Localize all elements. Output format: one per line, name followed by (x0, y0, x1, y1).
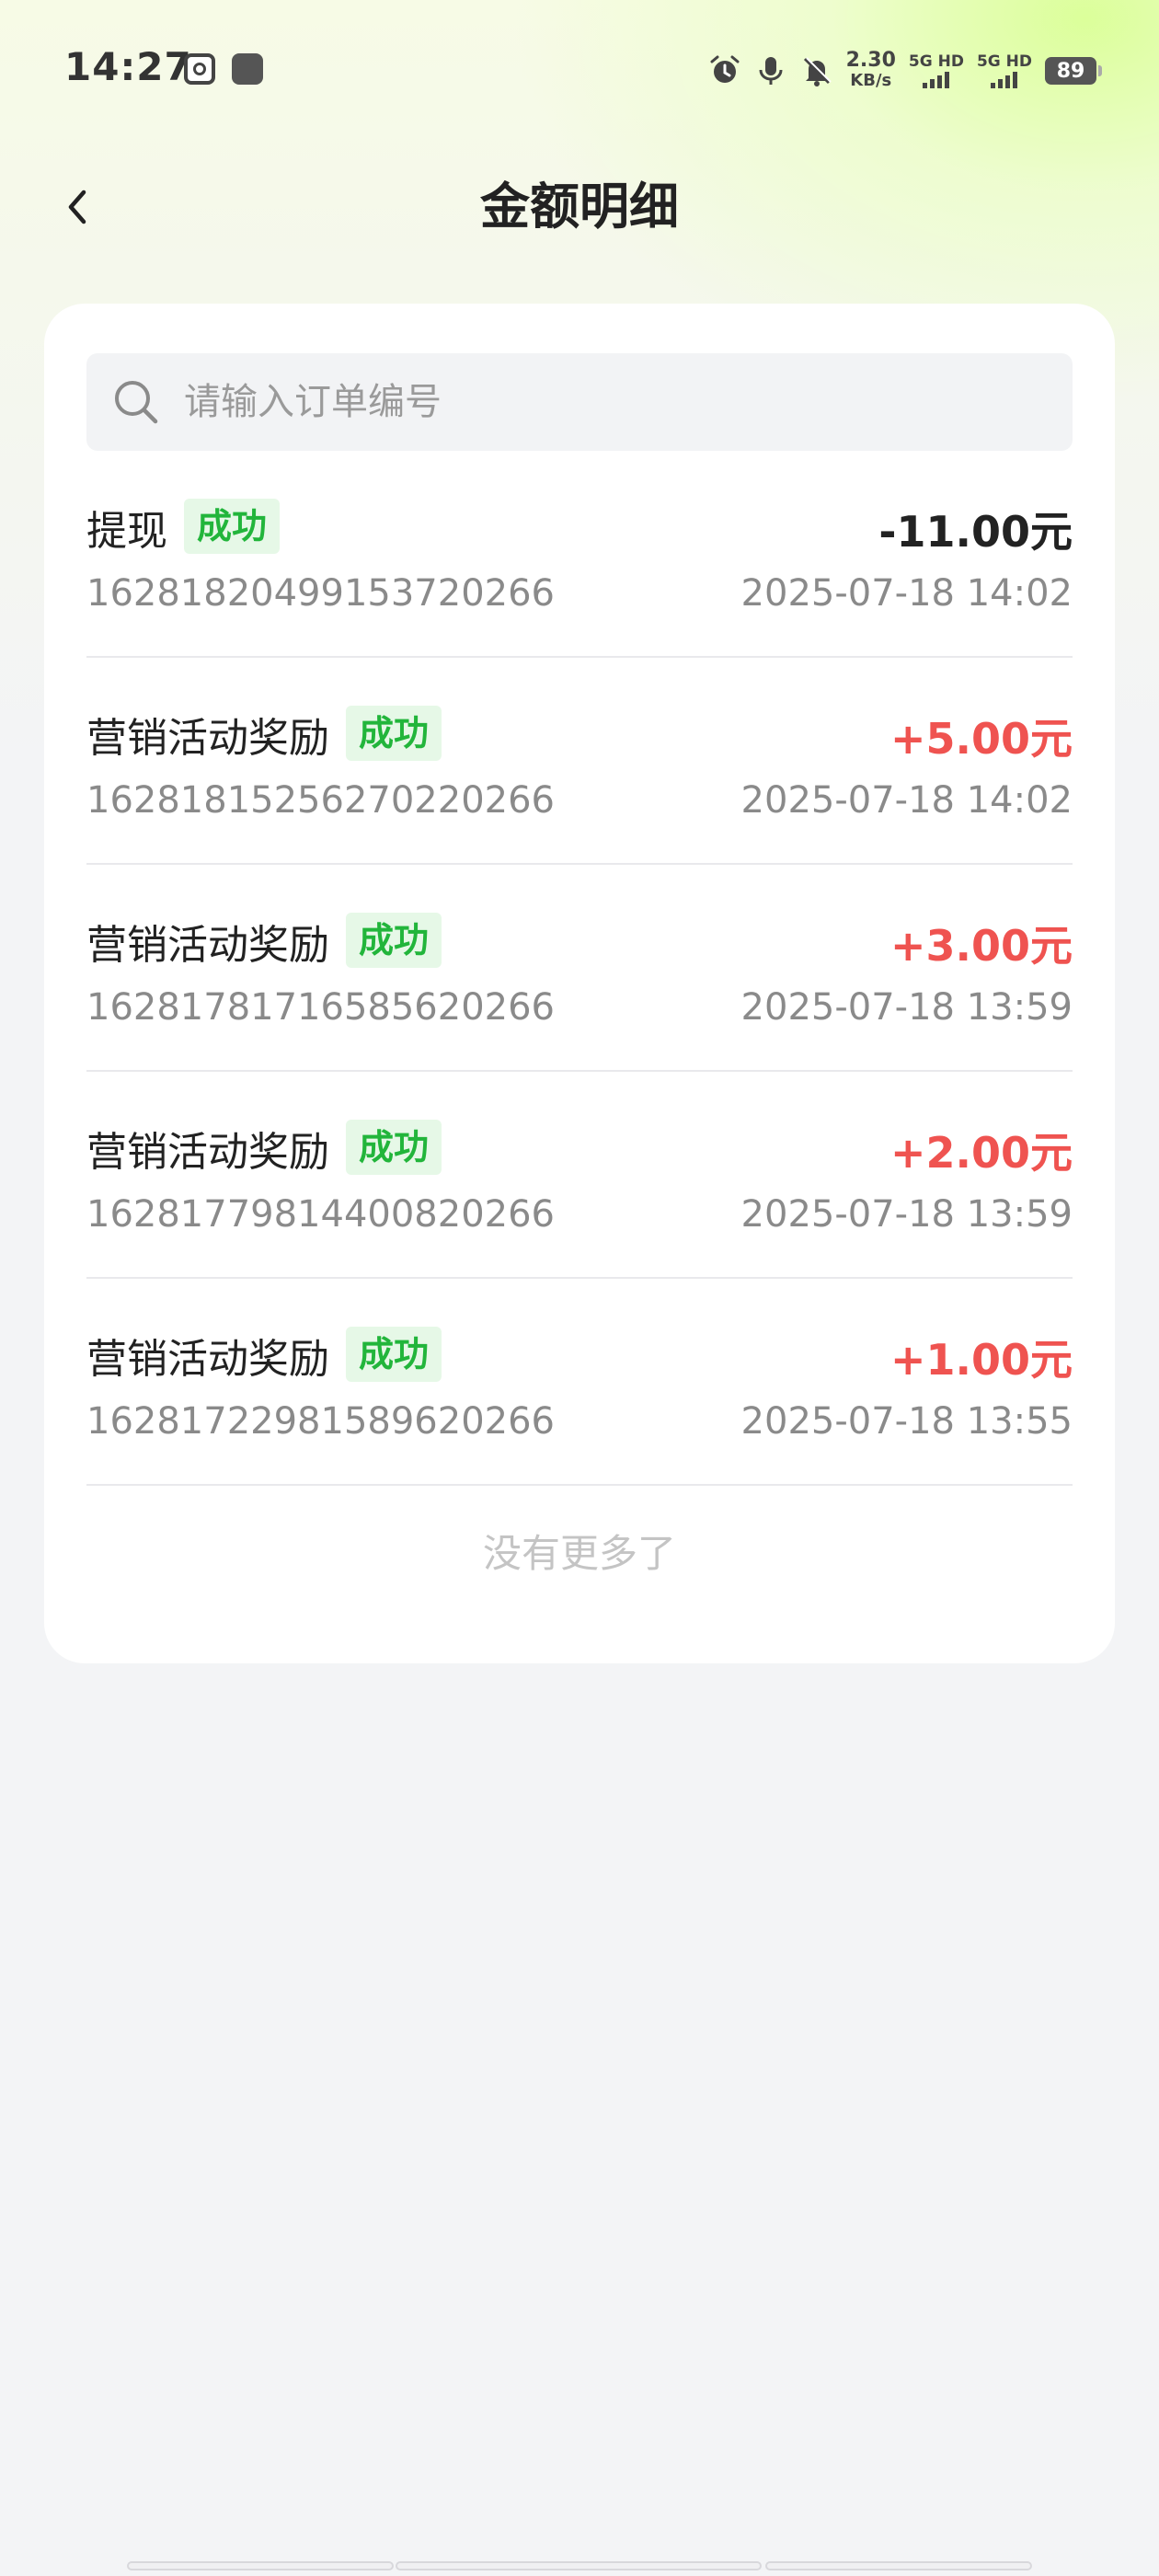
network-speed: 2.30 KB/s (846, 51, 896, 91)
record-title: 营销活动奖励 (86, 1336, 329, 1383)
network-speed-value: 2.30 (845, 49, 896, 72)
record-row[interactable]: 营销活动奖励 成功 1628181525627022026​6 +5.00元 2… (86, 658, 1073, 865)
status-badge: 成功 (346, 913, 442, 968)
search-bar[interactable] (86, 353, 1073, 451)
record-row[interactable]: 营销活动奖励 成功 1628177981440082026​6 +2.00元 2… (86, 1072, 1073, 1279)
record-title: 营销活动奖励 (86, 715, 329, 762)
network-speed-unit: KB/s (850, 71, 892, 90)
sim2-signal: 5G HD (977, 53, 1032, 88)
battery-level: 89 (1056, 59, 1085, 83)
record-time: 2025-07-18 13:55 (740, 1400, 1073, 1443)
nav-indicator-segment (127, 2561, 394, 2570)
record-order-id: 1628181525627022026​6 (86, 779, 555, 822)
status-icons: 2.30 KB/s 5G HD 5G HD 89 (708, 48, 1102, 94)
alarm-icon (708, 54, 741, 87)
records-list: 提现 成功 1628182049915372026​6 -11.00元 2025… (86, 451, 1073, 1486)
record-time: 2025-07-18 14:02 (740, 572, 1073, 615)
record-title: 营销活动奖励 (86, 922, 329, 969)
battery-icon: 89 (1045, 57, 1102, 85)
signal-bars-icon (923, 70, 950, 88)
sim1-label: 5G HD (908, 52, 964, 71)
record-title: 营销活动奖励 (86, 1129, 329, 1176)
nav-bar: 金额明细 (0, 156, 1159, 258)
status-badge: 成功 (184, 499, 281, 554)
record-title: 提现 (86, 508, 167, 555)
status-badge: 成功 (346, 1120, 442, 1175)
record-order-id: 1628178171658562026​6 (86, 986, 555, 1029)
search-icon (110, 376, 162, 428)
notification-square-icon (232, 53, 263, 85)
status-bar: 14:27 2.30 KB/s 5G HD 5G HD 89 (0, 0, 1159, 138)
mute-bell-icon (800, 54, 833, 87)
record-order-id: 1628182049915372026​6 (86, 572, 555, 615)
records-card: 提现 成功 1628182049915372026​6 -11.00元 2025… (44, 304, 1115, 1663)
record-time: 2025-07-18 13:59 (740, 1193, 1073, 1236)
record-amount: +5.00元 (889, 714, 1073, 764)
sim1-signal: 5G HD (909, 53, 964, 88)
signal-bars-icon (991, 70, 1018, 88)
record-amount: +3.00元 (889, 921, 1073, 971)
notification-app-icon (184, 53, 215, 85)
nav-indicator-segment (765, 2561, 1032, 2570)
record-row[interactable]: 营销活动奖励 成功 1628178171658562026​6 +3.00元 2… (86, 865, 1073, 1072)
record-time: 2025-07-18 14:02 (740, 779, 1073, 822)
sim2-label: 5G HD (976, 52, 1032, 71)
record-amount: +1.00元 (889, 1335, 1073, 1385)
record-amount: +2.00元 (889, 1128, 1073, 1178)
record-order-id: 1628172298158962026​6 (86, 1400, 555, 1443)
nav-indicator-segment (396, 2561, 762, 2570)
no-more-text: 没有更多了 (482, 1531, 676, 1576)
record-amount: -11.00元 (878, 507, 1073, 557)
record-row[interactable]: 提现 成功 1628182049915372026​6 -11.00元 2025… (86, 451, 1073, 658)
status-time: 14:27 (64, 44, 192, 89)
record-time: 2025-07-18 13:59 (740, 986, 1073, 1029)
order-search-input[interactable] (182, 380, 1014, 424)
page-title: 金额明细 (480, 178, 679, 236)
record-row[interactable]: 营销活动奖励 成功 1628172298158962026​6 +1.00元 2… (86, 1279, 1073, 1486)
status-badge: 成功 (346, 706, 442, 761)
microphone-icon (754, 54, 787, 87)
record-order-id: 1628177981440082026​6 (86, 1193, 555, 1236)
status-badge: 成功 (346, 1327, 442, 1382)
